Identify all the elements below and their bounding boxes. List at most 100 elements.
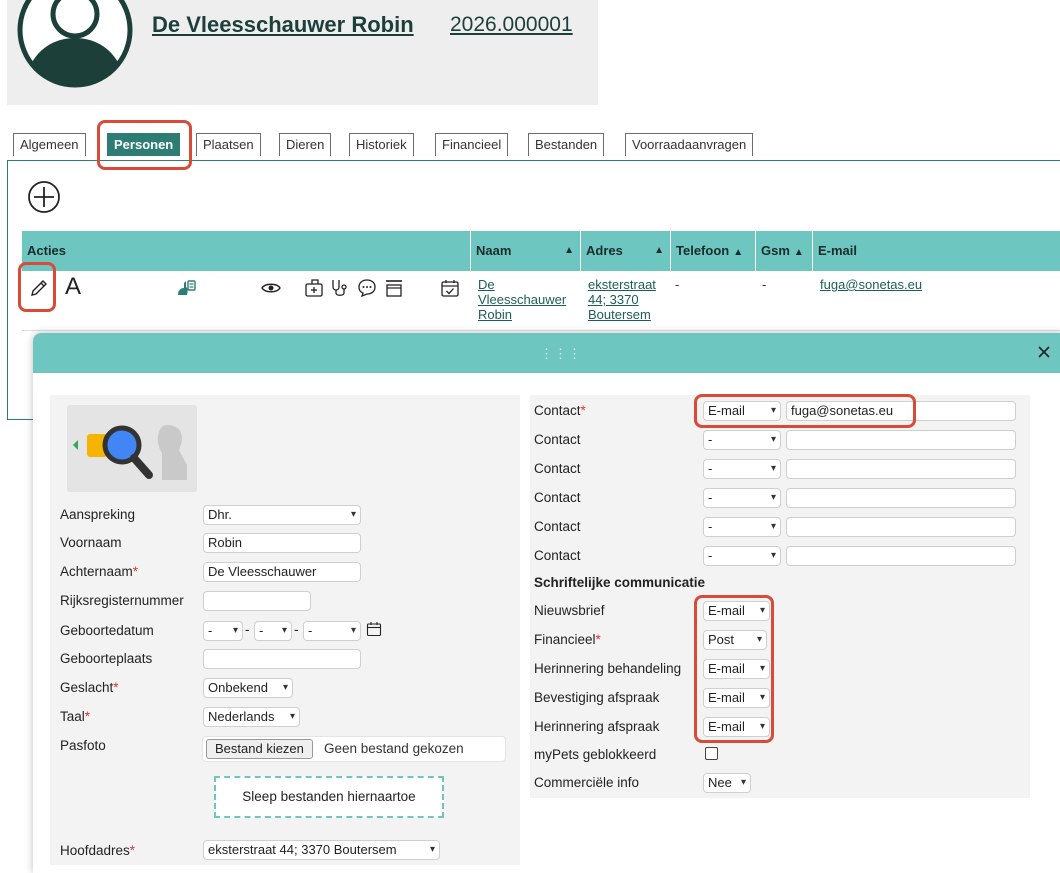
mypets-blocked-label: myPets geblokkeerd bbox=[534, 747, 657, 762]
choose-file-button[interactable]: Bestand kiezen bbox=[206, 739, 313, 759]
stethoscope-icon[interactable] bbox=[329, 277, 351, 299]
first-name-input[interactable]: Robin bbox=[203, 533, 361, 553]
pet-owner-icon[interactable] bbox=[175, 277, 197, 299]
salutation-label: Aanspreking bbox=[60, 507, 136, 522]
file-dropzone[interactable]: Sleep bestanden hiernaartoe bbox=[214, 776, 444, 818]
newsletter-label: Nieuwsbrief bbox=[534, 603, 605, 618]
contact-label: Contact bbox=[534, 461, 581, 476]
contact-label: Contact bbox=[534, 548, 581, 563]
sort-icon: ▲︎ bbox=[793, 247, 804, 258]
main-address-label: Hoofdadres* bbox=[60, 843, 136, 858]
sort-icon: ▲︎ bbox=[733, 247, 744, 258]
tab-dieren[interactable]: Dieren bbox=[279, 133, 332, 156]
contact-label: Contact* bbox=[534, 403, 586, 418]
drag-handle-icon[interactable]: ⋮⋮⋮ bbox=[540, 346, 582, 362]
appointment-reminder-select[interactable]: E-mail bbox=[703, 717, 770, 737]
contact-value-input[interactable] bbox=[786, 488, 1016, 508]
tab-financieel[interactable]: Financieel bbox=[435, 133, 509, 156]
column-header-naam[interactable]: Naam ▲︎ bbox=[470, 231, 580, 271]
passport-photo-label: Pasfoto bbox=[60, 738, 106, 753]
contact-type-select[interactable]: - bbox=[703, 430, 781, 450]
mypets-blocked-checkbox[interactable] bbox=[705, 747, 718, 760]
appointment-confirmation-label: Bevestiging afspraak bbox=[534, 690, 660, 705]
sort-icon: ▲︎ bbox=[564, 245, 574, 256]
sort-icon: ▲︎ bbox=[654, 245, 664, 256]
birth-day-select[interactable]: - bbox=[203, 621, 243, 641]
calendar-icon[interactable] bbox=[366, 621, 382, 637]
written-communication-heading: Schriftelijke communicatie bbox=[534, 575, 706, 590]
main-address-select[interactable]: eksterstraat 44; 3370 Boutersem bbox=[203, 840, 440, 860]
appointment-confirmation-select[interactable]: E-mail bbox=[703, 688, 770, 708]
table-header: Acties Naam ▲︎ Adres ▲︎ Telefoon ▲︎ Gsm ▲︎ E… bbox=[22, 231, 1060, 271]
contact-type-select[interactable]: - bbox=[703, 488, 781, 508]
address-cell[interactable]: eksterstraat 44; 3370 Boutersem bbox=[588, 277, 656, 322]
view-eye-icon[interactable] bbox=[260, 277, 282, 299]
birth-place-label: Geboorteplaats bbox=[60, 651, 153, 666]
newsletter-select[interactable]: E-mail bbox=[703, 601, 770, 621]
column-header-telefoon[interactable]: Telefoon ▲︎ bbox=[670, 231, 755, 271]
gsm-cell: - bbox=[762, 277, 767, 292]
birth-month-select[interactable]: - bbox=[254, 621, 292, 641]
phone-cell: - bbox=[675, 277, 680, 292]
contact-type-select[interactable]: - bbox=[703, 546, 781, 566]
gender-select[interactable]: Onbekend bbox=[203, 678, 293, 698]
photo-search-icon[interactable] bbox=[67, 405, 197, 492]
first-name-label: Voornaam bbox=[60, 535, 122, 550]
tab-algemeen[interactable]: Algemeen bbox=[13, 133, 86, 156]
letter-a-icon[interactable]: A bbox=[65, 273, 81, 301]
treatment-reminder-label: Herinnering behandeling bbox=[534, 661, 682, 676]
tab-voorraadaanvragen[interactable]: Voorraadaanvragen bbox=[625, 133, 754, 156]
person-name-link[interactable]: De Vleesschauwer Robin bbox=[152, 12, 414, 38]
scale-icon[interactable] bbox=[383, 277, 405, 299]
chat-bubble-icon[interactable] bbox=[356, 277, 378, 299]
contact-label: Contact bbox=[534, 432, 581, 447]
contact-type-select[interactable]: E-mail bbox=[703, 401, 781, 421]
contact-value-input[interactable] bbox=[786, 459, 1016, 479]
birth-year-select[interactable]: - bbox=[303, 621, 361, 641]
column-header-adres[interactable]: Adres ▲︎ bbox=[580, 231, 670, 271]
contact-value-input[interactable] bbox=[786, 430, 1016, 450]
tab-historiek[interactable]: Historiek bbox=[349, 133, 414, 156]
add-circle-icon[interactable] bbox=[27, 180, 61, 214]
column-header-gsm[interactable]: Gsm ▲︎ bbox=[755, 231, 812, 271]
edit-pencil-icon[interactable] bbox=[28, 277, 50, 299]
email-cell[interactable]: fuga@sonetas.eu bbox=[820, 277, 922, 292]
avatar bbox=[17, 0, 133, 88]
medical-kit-icon[interactable] bbox=[303, 277, 325, 299]
treatment-reminder-select[interactable]: E-mail bbox=[703, 659, 770, 679]
tab-personen[interactable]: Personen bbox=[107, 133, 181, 156]
last-name-input[interactable]: De Vleesschauwer bbox=[203, 562, 361, 582]
national-number-input[interactable] bbox=[203, 591, 311, 611]
language-select[interactable]: Nederlands bbox=[203, 707, 300, 727]
appointment-reminder-label: Herinnering afspraak bbox=[534, 719, 660, 734]
commercial-info-label: Commerciële info bbox=[534, 775, 640, 790]
table-row: A De Vleesschauwer Robin eksterstraat 44… bbox=[22, 271, 1060, 331]
commercial-info-select[interactable]: Nee bbox=[703, 773, 751, 793]
financial-select[interactable]: Post bbox=[703, 630, 767, 650]
person-name-cell[interactable]: De Vleesschauwer Robin bbox=[478, 277, 566, 322]
birth-date-label: Geboortedatum bbox=[60, 623, 154, 638]
date-separator: - bbox=[294, 622, 299, 637]
column-header-email[interactable]: E-mail bbox=[812, 231, 1060, 271]
contact-panel bbox=[530, 395, 1030, 798]
financial-label: Financieel* bbox=[534, 632, 601, 647]
column-header-acties: Acties bbox=[27, 243, 67, 258]
national-number-label: Rijksregisternummer bbox=[60, 593, 184, 608]
contact-value-input[interactable] bbox=[786, 546, 1016, 566]
contact-label: Contact bbox=[534, 490, 581, 505]
contact-type-select[interactable]: - bbox=[703, 459, 781, 479]
contact-type-select[interactable]: - bbox=[703, 517, 781, 537]
contact-label: Contact bbox=[534, 519, 581, 534]
tab-plaatsen[interactable]: Plaatsen bbox=[196, 133, 261, 156]
close-icon[interactable] bbox=[1036, 344, 1052, 360]
calendar-check-icon[interactable] bbox=[439, 277, 461, 299]
tab-bestanden[interactable]: Bestanden bbox=[528, 133, 605, 156]
last-name-label: Achternaam* bbox=[60, 564, 139, 579]
birth-place-input[interactable] bbox=[203, 649, 361, 669]
gender-label: Geslacht* bbox=[60, 680, 119, 695]
salutation-select[interactable]: Dhr. bbox=[203, 505, 361, 525]
date-separator: - bbox=[245, 622, 250, 637]
contact-value-input[interactable] bbox=[786, 517, 1016, 537]
record-number-link[interactable]: 2026.000001 bbox=[450, 13, 573, 37]
contact-value-input[interactable]: fuga@sonetas.eu bbox=[786, 401, 1016, 421]
